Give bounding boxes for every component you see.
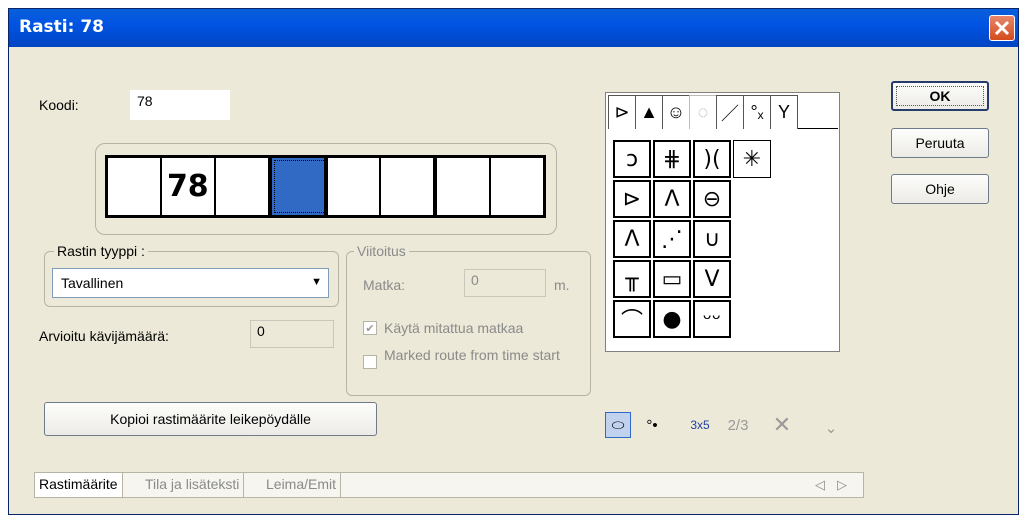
symbol-cell[interactable]: V [693,260,731,298]
fraction-icon[interactable]: 2/3 [721,412,755,438]
symbol-tab[interactable]: ⊳ [608,95,636,129]
symbol-cell[interactable]: ᵕᵕ [693,300,731,338]
symbol-cell[interactable]: Λ [653,180,691,218]
code-label: Koodi: [39,97,79,113]
distance-unit: m. [554,277,570,293]
symbol-panel: ⊳ ▲ ☺ ◌ ／ °ₓ Y ↄ ⋕ )( ✳ ⊳ Λ ⊖ Λ ⋰ ∪ ╥ ▭ … [605,92,840,352]
use-measured-checkbox[interactable]: ✔ [363,321,377,335]
oval-shape-icon[interactable]: ⬭ [605,412,631,438]
code-cell[interactable] [491,158,543,215]
symbol-cell[interactable]: ✳ [733,140,771,178]
symbol-cell[interactable]: ▭ [653,260,691,298]
control-type-selected: Tavallinen [61,275,124,291]
symbol-cell[interactable]: ⋕ [653,140,691,178]
tab-control-definition[interactable]: Rastimäärite [35,473,123,497]
code-cell[interactable] [328,158,382,215]
tab-bar: Rastimäärite Tila ja lisäteksti Leima/Em… [34,472,864,498]
distance-input[interactable]: 0 [464,269,546,297]
title-bar: Rasti: 78 [9,9,1018,47]
marking-group-label: Viitoitus [354,243,409,259]
use-measured-label: Käytä mitattua matkaa [384,320,524,336]
visitors-field[interactable]: 0 [250,320,334,348]
code-cell[interactable] [216,158,272,215]
marked-route-label: Marked route from time start [384,347,560,363]
copy-definition-button[interactable]: Kopioi rastimäärite leikepöydälle [44,402,377,436]
code-cell-selected[interactable] [271,158,328,215]
symbol-cell[interactable]: ⋰ [653,220,691,258]
cancel-button[interactable]: Peruuta [891,128,989,158]
symbol-tabs: ⊳ ▲ ☺ ◌ ／ °ₓ Y [608,95,838,129]
marked-route-checkbox[interactable] [363,355,377,369]
tab-status-text[interactable]: Tila ja lisäteksti [141,473,245,497]
symbol-cell[interactable]: Λ [613,220,651,258]
symbol-cell[interactable]: ↄ [613,140,651,178]
delete-icon[interactable]: ✕ [769,412,795,438]
symbol-tab[interactable]: ☺ [662,95,690,129]
control-type-select[interactable]: Tavallinen ▼ [52,268,329,298]
code-cell[interactable]: 78 [162,158,216,215]
symbol-tab[interactable]: °ₓ [743,95,771,129]
tab-punch-emit[interactable]: Leima/Emit [262,473,342,497]
focus-ring [896,86,984,106]
ok-button[interactable]: OK [891,81,989,111]
help-button[interactable]: Ohje [891,174,989,204]
chevron-down-icon: ▼ [311,276,322,288]
symbol-cell[interactable]: )( [693,140,731,178]
tab-scroll-left-icon[interactable]: ◁ [815,477,825,493]
chevron-down-icon[interactable]: ⌄ [821,417,841,439]
symbol-cell[interactable]: ∪ [693,220,731,258]
dialog-window: Rasti: 78 Koodi: 78 78 Rastin tyyppi : T… [8,8,1019,515]
close-button[interactable] [989,15,1015,41]
control-type-group-label: Rastin tyyppi : [54,243,148,259]
symbol-cell[interactable]: ⊳ [613,180,651,218]
code-cells: 78 [105,155,546,218]
code-cell[interactable] [108,158,162,215]
code-cell[interactable] [381,158,438,215]
symbol-tab[interactable]: ▲ [635,95,663,129]
code-cell[interactable] [437,158,492,215]
code-input[interactable]: 78 [130,90,230,120]
symbol-tab[interactable]: ／ [716,95,744,129]
symbol-cell[interactable]: ● [653,300,691,338]
symbol-cell[interactable]: ╥ [613,260,651,298]
grid-size-button[interactable]: 3x5 [683,412,717,438]
checkmark-icon: ✔ [365,322,375,335]
symbol-tab[interactable]: ◌ [689,95,717,129]
close-icon [994,20,1010,36]
symbol-cell[interactable]: ⊖ [693,180,731,218]
distance-label: Matka: [363,277,406,293]
dots-icon[interactable]: °• [639,412,665,438]
symbol-tab[interactable]: Y [770,95,798,129]
symbol-cell[interactable]: ⌒ [613,300,651,338]
tab-scroll-right-icon[interactable]: ▷ [837,477,847,493]
window-title: Rasti: 78 [19,17,105,37]
visitors-label: Arvioitu kävijämäärä: [39,328,169,344]
